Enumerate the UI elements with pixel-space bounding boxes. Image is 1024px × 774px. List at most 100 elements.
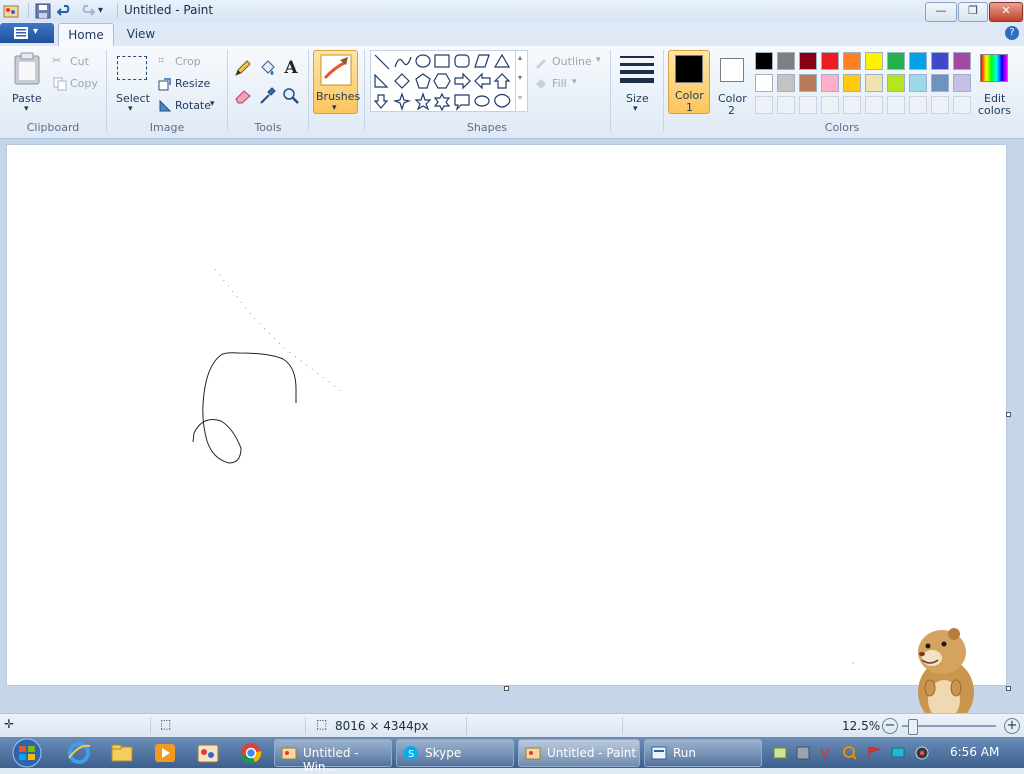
gallery-scroller[interactable]: ▴ ▾ ▿ [515, 51, 528, 111]
palette-swatch[interactable] [909, 74, 927, 92]
palette-swatch[interactable] [843, 52, 861, 70]
media-player-icon[interactable] [152, 740, 178, 766]
chevron-down-icon[interactable]: ▾ [518, 73, 522, 82]
palette-swatch[interactable] [887, 52, 905, 70]
custom-color-slot[interactable] [843, 96, 861, 114]
custom-color-slot[interactable] [909, 96, 927, 114]
fill-button[interactable]: Fill ▾ [534, 76, 584, 92]
canvas-resize-handle-bottom[interactable] [504, 686, 509, 691]
pencil-tool[interactable] [233, 58, 253, 78]
canvas-resize-handle-corner[interactable] [1006, 686, 1011, 691]
paint-app-icon[interactable] [3, 3, 19, 19]
stray-dot [852, 662, 854, 664]
resize-icon [158, 78, 171, 91]
close-button[interactable]: ✕ [989, 2, 1023, 22]
chrome-icon[interactable] [238, 740, 264, 766]
custom-color-slot[interactable] [777, 96, 795, 114]
custom-color-slot[interactable] [953, 96, 971, 114]
resize-button[interactable]: Resize [158, 76, 214, 92]
fill-tool[interactable] [257, 58, 277, 78]
chevron-up-icon[interactable]: ▴ [518, 53, 522, 62]
chevron-down-icon: ▾ [24, 104, 29, 114]
internet-explorer-icon[interactable] [66, 740, 92, 766]
eraser-tool[interactable] [233, 86, 253, 106]
undo-icon[interactable] [56, 3, 73, 19]
custom-color-slot[interactable] [931, 96, 949, 114]
color2-button[interactable]: Color 2 [712, 50, 752, 117]
customize-quick-access-icon[interactable]: ▾ [98, 5, 114, 21]
rotate-button[interactable]: Rotate ▾ [158, 98, 220, 114]
taskbar-task-untitled-paint[interactable]: Untitled - Paint [518, 739, 640, 767]
palette-swatch[interactable] [909, 52, 927, 70]
palette-swatch[interactable] [865, 52, 883, 70]
palette-swatch[interactable] [821, 74, 839, 92]
tray-icon-flag[interactable] [866, 745, 882, 761]
minimize-button[interactable]: — [925, 2, 957, 22]
cut-button[interactable]: ✂ Cut [52, 54, 98, 70]
color1-button[interactable]: Color 1 [668, 50, 710, 114]
start-button[interactable] [6, 737, 48, 768]
taskbar-task-skype[interactable]: S Skype [396, 739, 514, 767]
custom-color-slot[interactable] [821, 96, 839, 114]
palette-swatch[interactable] [931, 74, 949, 92]
custom-color-slot[interactable] [865, 96, 883, 114]
palette-swatch[interactable] [799, 74, 817, 92]
crop-button[interactable]: ⌗ Crop [158, 54, 208, 70]
title-bar: ▾ Untitled - Paint — ❐ ✕ [0, 0, 1024, 23]
maximize-button[interactable]: ❐ [958, 2, 988, 22]
palette-swatch[interactable] [887, 74, 905, 92]
drawing-canvas[interactable] [6, 144, 1007, 686]
palette-swatch[interactable] [777, 52, 795, 70]
tray-icon-search[interactable] [842, 745, 858, 761]
redo-icon[interactable] [79, 3, 96, 19]
custom-color-slot[interactable] [887, 96, 905, 114]
help-icon[interactable]: ? [1005, 26, 1019, 40]
color-picker-tool[interactable] [257, 86, 277, 106]
tray-icon-2[interactable] [795, 745, 811, 761]
size-button[interactable]: Size ▾ [616, 50, 658, 114]
zoom-out-button[interactable]: − [882, 718, 898, 734]
zoom-slider-thumb[interactable] [908, 719, 918, 735]
tray-icon-volume[interactable] [914, 745, 930, 761]
paint-taskbar-icon[interactable] [195, 740, 221, 766]
cloud-callout-icon [494, 93, 511, 108]
outline-button[interactable]: Outline ▾ [534, 54, 604, 70]
palette-swatch[interactable] [799, 52, 817, 70]
dotted-stroke [214, 268, 342, 392]
palette-swatch[interactable] [821, 52, 839, 70]
taskbar-task-run[interactable]: Run [644, 739, 762, 767]
select-button[interactable]: Select ▾ [112, 50, 152, 114]
tray-icon-monitor[interactable] [890, 745, 906, 761]
paste-button[interactable]: Paste ▾ [8, 50, 46, 114]
file-explorer-icon[interactable] [109, 740, 135, 766]
custom-color-slot[interactable] [755, 96, 773, 114]
expand-gallery-icon[interactable]: ▿ [518, 93, 522, 102]
clock[interactable]: 6:56 AM [950, 745, 999, 759]
edit-colors-label-2: colors [978, 104, 1011, 117]
shapes-group-label: Shapes [466, 121, 508, 134]
text-tool[interactable]: A [281, 58, 301, 78]
edit-colors-button[interactable]: Edit colors [976, 50, 1014, 117]
tray-icon-v[interactable]: V [818, 745, 834, 762]
save-icon[interactable] [35, 3, 51, 19]
paint-menu-button[interactable]: ▾ [0, 23, 54, 43]
tray-icon-1[interactable] [772, 745, 788, 761]
palette-swatch[interactable] [777, 74, 795, 92]
brushes-button[interactable]: Brushes ▾ [313, 50, 361, 114]
taskbar-task-untitled-win[interactable]: Untitled - Win... [274, 739, 392, 774]
palette-swatch[interactable] [865, 74, 883, 92]
tab-view[interactable]: View [116, 23, 166, 45]
palette-swatch[interactable] [755, 74, 773, 92]
palette-swatch[interactable] [953, 52, 971, 70]
palette-swatch[interactable] [931, 52, 949, 70]
palette-swatch[interactable] [755, 52, 773, 70]
palette-swatch[interactable] [843, 74, 861, 92]
magnifier-tool[interactable] [281, 86, 301, 106]
custom-color-slot[interactable] [799, 96, 817, 114]
tab-home[interactable]: Home [58, 23, 114, 46]
canvas-resize-handle-right[interactable] [1006, 412, 1011, 417]
copy-button[interactable]: Copy [52, 76, 102, 92]
brushes-label: Brushes [316, 90, 361, 103]
palette-swatch[interactable] [953, 74, 971, 92]
zoom-in-button[interactable]: + [1004, 718, 1020, 734]
